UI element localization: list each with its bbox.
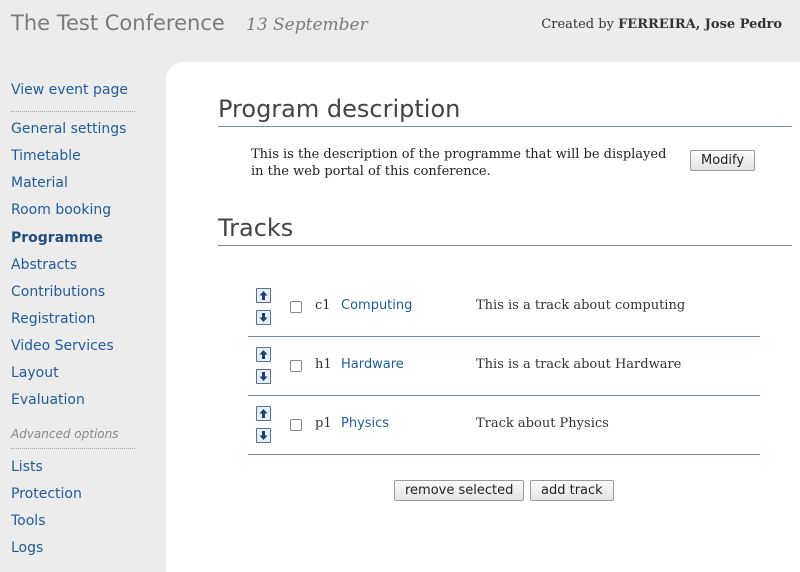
program-description-heading: Program description — [218, 95, 792, 127]
track-checkbox[interactable] — [290, 360, 302, 372]
sidebar-divider — [11, 448, 135, 449]
program-description-text: This is the description of the programme… — [251, 147, 667, 179]
move-up-icon[interactable] — [256, 406, 271, 421]
created-by: Created by FERREIRA, Jose Pedro — [541, 17, 782, 32]
sidebar-item-view-event[interactable]: View event page — [11, 82, 128, 98]
track-name-link[interactable]: Hardware — [341, 357, 404, 372]
track-name-link[interactable]: Computing — [341, 298, 412, 313]
sidebar-item-evaluation[interactable]: Evaluation — [11, 392, 85, 408]
sidebar-item-room-booking[interactable]: Room booking — [11, 202, 111, 218]
track-row: c1 Computing This is a track about compu… — [248, 278, 760, 337]
sidebar-item-layout[interactable]: Layout — [11, 365, 59, 381]
move-down-icon[interactable] — [256, 369, 271, 384]
modify-button[interactable]: Modify — [690, 150, 756, 171]
sidebar-item-general-settings[interactable]: General settings — [11, 121, 126, 137]
conference-title[interactable]: The Test Conference — [11, 11, 225, 35]
sidebar-item-programme[interactable]: Programme — [11, 230, 103, 246]
track-row: h1 Hardware This is a track about Hardwa… — [248, 337, 760, 396]
track-row: p1 Physics Track about Physics — [248, 396, 760, 455]
sidebar-item-material[interactable]: Material — [11, 175, 68, 191]
sidebar: View event page General settings Timetab… — [0, 62, 166, 572]
add-track-button[interactable]: add track — [530, 480, 614, 501]
sidebar-item-protection[interactable]: Protection — [11, 486, 82, 502]
sidebar-item-video-services[interactable]: Video Services — [11, 338, 114, 354]
sidebar-item-tools[interactable]: Tools — [11, 513, 46, 529]
sidebar-item-lists[interactable]: Lists — [11, 459, 43, 475]
track-description: This is a track about computing — [476, 298, 686, 313]
sidebar-item-timetable[interactable]: Timetable — [11, 148, 81, 164]
track-code: c1 — [315, 298, 331, 313]
conference-date: 13 September — [246, 15, 368, 35]
move-up-icon[interactable] — [256, 347, 271, 362]
sidebar-item-abstracts[interactable]: Abstracts — [11, 257, 77, 273]
move-up-icon[interactable] — [256, 288, 271, 303]
move-down-icon[interactable] — [256, 428, 271, 443]
main-content: Program description This is the descript… — [166, 62, 800, 572]
tracks-list: c1 Computing This is a track about compu… — [248, 278, 760, 455]
tracks-heading: Tracks — [218, 214, 792, 246]
creator-name: FERREIRA, Jose Pedro — [618, 17, 782, 32]
advanced-options-heading: Advanced options — [11, 427, 119, 441]
page-header: The Test Conference 13 September Created… — [0, 0, 800, 62]
track-code: h1 — [315, 357, 332, 372]
track-code: p1 — [315, 416, 332, 431]
created-by-prefix: Created by — [541, 17, 614, 32]
sidebar-item-registration[interactable]: Registration — [11, 311, 95, 327]
sidebar-item-logs[interactable]: Logs — [11, 540, 43, 556]
track-checkbox[interactable] — [290, 419, 302, 431]
move-down-icon[interactable] — [256, 310, 271, 325]
track-name-link[interactable]: Physics — [341, 416, 389, 431]
sidebar-item-contributions[interactable]: Contributions — [11, 284, 105, 300]
track-description: Track about Physics — [476, 416, 609, 431]
remove-selected-button[interactable]: remove selected — [394, 480, 525, 501]
track-checkbox[interactable] — [290, 301, 302, 313]
track-description: This is a track about Hardware — [476, 357, 682, 372]
sidebar-divider — [11, 111, 135, 112]
